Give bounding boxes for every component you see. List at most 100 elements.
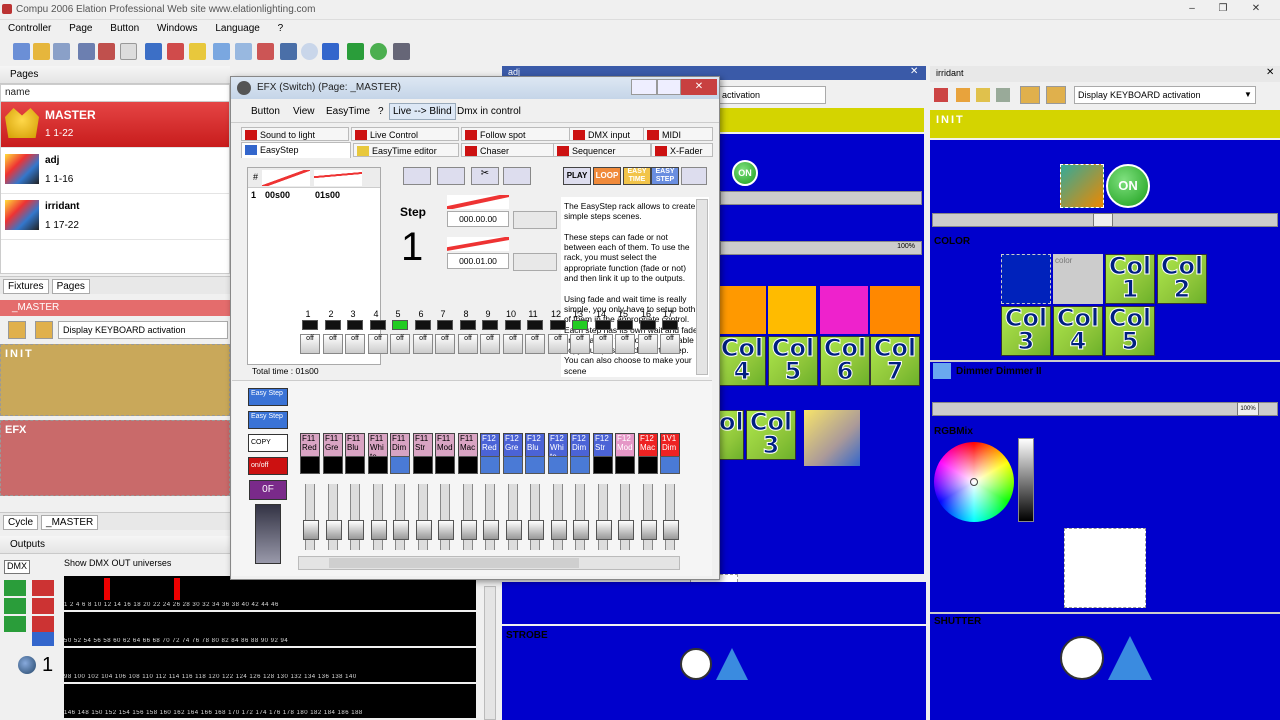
close-button[interactable]: ✕: [1244, 2, 1268, 16]
channel-fader[interactable]: [416, 484, 432, 550]
channel-off-button[interactable]: off: [638, 334, 658, 354]
fade-time-stepper[interactable]: [513, 211, 557, 229]
monitor-icon[interactable]: [280, 43, 297, 60]
channel-off-button[interactable]: off: [548, 334, 568, 354]
channel-fader[interactable]: [393, 484, 409, 550]
channel-off-button[interactable]: off: [458, 334, 478, 354]
fader-knob[interactable]: [303, 520, 319, 540]
sliders-icon[interactable]: [32, 632, 54, 646]
fader-knob[interactable]: [326, 520, 342, 540]
channel-off-button[interactable]: off: [480, 334, 500, 354]
fader-knob[interactable]: [393, 520, 409, 540]
shield-icon[interactable]: [393, 43, 410, 60]
channel-scrollbar[interactable]: [298, 556, 680, 570]
arrows-icon[interactable]: [1046, 86, 1066, 104]
loop-button[interactable]: LOOP: [593, 167, 621, 185]
wait-time-field[interactable]: 000.01.00: [447, 253, 509, 269]
col-button[interactable]: Col 3: [1001, 306, 1051, 356]
fader-knob[interactable]: [528, 520, 544, 540]
sliders-icon[interactable]: [1020, 86, 1040, 104]
bars-icon[interactable]: [4, 598, 26, 614]
copy-button[interactable]: COPY: [248, 434, 288, 452]
step-fade[interactable]: 00s00: [265, 190, 290, 200]
channel-fader[interactable]: [618, 484, 634, 550]
color-wheel[interactable]: [934, 442, 1014, 522]
irridant-close-icon[interactable]: ✕: [1266, 67, 1278, 79]
channel-off-button[interactable]: off: [323, 334, 343, 354]
bars-icon[interactable]: [32, 598, 54, 614]
adj-slider[interactable]: [720, 191, 922, 205]
irridant-keyboard-select[interactable]: Display KEYBOARD activation: [1074, 86, 1256, 104]
adj-init-cue[interactable]: [718, 108, 924, 132]
wave-icon[interactable]: [213, 43, 230, 60]
sliders-icon[interactable]: [347, 43, 364, 60]
channel-state-cell[interactable]: [615, 456, 635, 474]
col-button[interactable]: Col 1: [1105, 254, 1155, 304]
play-button[interactable]: PLAY: [563, 167, 591, 185]
save-icon[interactable]: [53, 43, 70, 60]
dmx-in-control[interactable]: Dmx in control: [457, 106, 521, 117]
channel-state-cell[interactable]: [390, 456, 410, 474]
channel-fader[interactable]: [303, 484, 319, 550]
bars-icon[interactable]: [32, 616, 54, 632]
tab-easystep[interactable]: EasyStep: [241, 142, 351, 158]
menu-language[interactable]: Language: [207, 20, 267, 34]
cut-step-icon[interactable]: ✂: [471, 167, 499, 185]
paste-step-icon[interactable]: [503, 167, 531, 185]
copy-step-icon[interactable]: [437, 167, 465, 185]
channel-fader[interactable]: [573, 484, 589, 550]
efx-menu-view[interactable]: View: [293, 106, 315, 117]
strobe-open-button[interactable]: [680, 648, 712, 680]
channel-off-button[interactable]: off: [390, 334, 410, 354]
fader-knob[interactable]: [551, 520, 567, 540]
tab-chaser[interactable]: Chaser: [461, 143, 559, 157]
channel-off-button[interactable]: off: [300, 334, 320, 354]
maximize-button[interactable]: [657, 79, 681, 95]
fade-time-field[interactable]: 000.00.00: [447, 211, 509, 227]
menu-button[interactable]: Button: [102, 20, 146, 34]
page-icon[interactable]: [167, 43, 184, 60]
settings-icon[interactable]: [681, 167, 707, 185]
maximize-button[interactable]: ❐: [1211, 2, 1235, 16]
insert-step-icon[interactable]: [403, 167, 431, 185]
channel-state-cell[interactable]: [435, 456, 455, 474]
fader-knob[interactable]: [371, 520, 387, 540]
channel-fader[interactable]: [641, 484, 657, 550]
irridant-init-cue[interactable]: INIT: [930, 110, 1280, 138]
tab-cycle[interactable]: Cycle: [3, 515, 39, 530]
col-button[interactable]: Col 6: [820, 336, 870, 386]
tab-midi[interactable]: MIDI: [643, 127, 713, 141]
fixture-icon[interactable]: [145, 43, 162, 60]
irridant-slider[interactable]: [932, 213, 1278, 227]
efx-cue[interactable]: EFX: [0, 420, 230, 496]
channel-state-cell[interactable]: [503, 456, 523, 474]
shutter-open-button[interactable]: [1060, 636, 1104, 680]
efx-close-button[interactable]: ✕: [681, 79, 717, 95]
channel-state-cell[interactable]: [660, 456, 680, 474]
channel-state-cell[interactable]: [638, 456, 658, 474]
master-fader[interactable]: [255, 504, 281, 564]
bars-icon[interactable]: [4, 616, 26, 632]
channel-fader[interactable]: [596, 484, 612, 550]
fader-knob[interactable]: [506, 520, 522, 540]
slider-thumb[interactable]: [1093, 213, 1113, 227]
adj-close-icon[interactable]: ✕: [910, 66, 924, 80]
fader-knob[interactable]: [348, 520, 364, 540]
minimize-button[interactable]: –: [1180, 2, 1204, 16]
easystep-wait-button[interactable]: Easy Step: [248, 411, 288, 429]
adj-on-button[interactable]: ON: [732, 160, 758, 186]
channel-fader[interactable]: [483, 484, 499, 550]
fader-knob[interactable]: [416, 520, 432, 540]
live-blind-toggle[interactable]: Live --> Blind: [389, 103, 456, 120]
channel-fader[interactable]: [438, 484, 454, 550]
channel-off-button[interactable]: off: [368, 334, 388, 354]
col-button[interactable]: Col 5: [1105, 306, 1155, 356]
scroll-thumb[interactable]: [329, 558, 579, 568]
color-picker-handle[interactable]: [970, 478, 978, 486]
color-swatch-orange[interactable]: [718, 286, 766, 334]
menu-controller[interactable]: Controller: [0, 20, 58, 34]
color-swatch-orange2[interactable]: [870, 286, 920, 334]
channel-fader[interactable]: [461, 484, 477, 550]
color-swatch-blue[interactable]: [1001, 254, 1051, 304]
channel-fader[interactable]: [551, 484, 567, 550]
